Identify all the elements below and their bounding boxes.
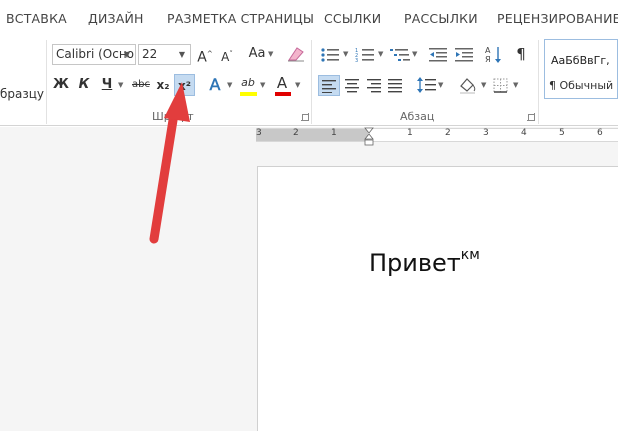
chevron-down-icon[interactable]: ▼ bbox=[481, 74, 486, 96]
ruler-margin bbox=[256, 129, 368, 141]
svg-text:Я: Я bbox=[485, 55, 491, 64]
shrink-font-button[interactable]: A˅ bbox=[218, 43, 236, 65]
text-effects-button[interactable]: A bbox=[207, 74, 223, 96]
group-divider bbox=[46, 40, 47, 124]
clear-formatting-icon[interactable] bbox=[287, 46, 305, 62]
ribbon: бразцу Calibri (Осно ▼ 22 ▼ A^ A˅ Aa ▼ Ж… bbox=[0, 34, 618, 126]
chevron-down-icon[interactable]: ▼ bbox=[378, 43, 383, 65]
ruler-number: 1 bbox=[407, 128, 413, 138]
document-text[interactable]: Приветкм bbox=[369, 247, 480, 277]
horizontal-ruler[interactable]: 3 2 1 1 2 3 4 5 6 bbox=[256, 128, 618, 142]
group-divider bbox=[538, 40, 539, 124]
chevron-down-icon[interactable]: ▼ bbox=[227, 74, 232, 96]
document-word: Привет bbox=[369, 249, 461, 277]
bold-button[interactable]: Ж bbox=[52, 74, 70, 96]
chevron-down-icon[interactable]: ▼ bbox=[412, 43, 417, 65]
font-color-swatch bbox=[275, 92, 291, 96]
align-center-icon[interactable] bbox=[345, 78, 361, 94]
highlight-color-swatch bbox=[240, 92, 257, 96]
chevron-down-icon[interactable]: ▼ bbox=[118, 74, 123, 96]
chevron-down-icon[interactable]: ▼ bbox=[438, 74, 443, 96]
increase-indent-icon[interactable] bbox=[455, 47, 475, 63]
ruler-number: 3 bbox=[483, 128, 489, 138]
indent-marker-icon[interactable] bbox=[364, 127, 374, 149]
chevron-down-icon[interactable]: ▼ bbox=[260, 74, 265, 96]
decrease-indent-icon[interactable] bbox=[429, 47, 449, 63]
change-case-button[interactable]: Aa bbox=[246, 43, 268, 65]
chevron-down-icon[interactable]: ▼ bbox=[121, 46, 133, 63]
style-normal[interactable]: АаБбВвГг, ¶ Обычный bbox=[544, 39, 618, 99]
tab-mailings[interactable]: РАССЫЛКИ bbox=[404, 11, 478, 26]
show-marks-button[interactable]: ¶ bbox=[514, 43, 528, 65]
svg-text:А: А bbox=[485, 46, 491, 55]
ruler-number: 2 bbox=[445, 128, 451, 138]
borders-icon[interactable] bbox=[493, 78, 509, 94]
ruler-number: 5 bbox=[559, 128, 565, 138]
ribbon-tabs: ВСТАВКА ДИЗАЙН РАЗМЕТКА СТРАНИЦЫ ССЫЛКИ … bbox=[0, 0, 618, 34]
highlight-button[interactable]: ab bbox=[239, 72, 257, 94]
tab-insert[interactable]: ВСТАВКА bbox=[6, 11, 67, 26]
font-name-select[interactable]: Calibri (Осно ▼ bbox=[52, 44, 136, 65]
italic-button[interactable]: К bbox=[75, 74, 93, 96]
style-name: ¶ Обычный bbox=[549, 79, 614, 92]
tab-review[interactable]: РЕЦЕНЗИРОВАНИЕ bbox=[497, 11, 618, 26]
grow-font-button[interactable]: A^ bbox=[196, 43, 214, 66]
align-left-icon bbox=[322, 80, 336, 93]
ruler-number: 2 bbox=[293, 128, 299, 138]
multilevel-list-icon[interactable] bbox=[390, 47, 412, 63]
svg-text:3: 3 bbox=[355, 58, 358, 63]
chevron-down-icon[interactable]: ▼ bbox=[176, 46, 188, 63]
underline-button[interactable]: Ч bbox=[98, 74, 116, 96]
tab-layout[interactable]: РАЗМЕТКА СТРАНИЦЫ bbox=[167, 11, 314, 26]
red-arrow-annotation bbox=[149, 82, 190, 244]
ruler-number: 4 bbox=[521, 128, 527, 138]
chevron-down-icon[interactable]: ▼ bbox=[513, 74, 518, 96]
format-painter-button[interactable]: бразцу bbox=[0, 83, 44, 105]
align-right-icon[interactable] bbox=[367, 78, 383, 94]
tab-design[interactable]: ДИЗАЙН bbox=[88, 11, 144, 26]
chevron-down-icon[interactable]: ▼ bbox=[295, 74, 300, 96]
line-spacing-icon[interactable] bbox=[417, 76, 437, 94]
shading-icon[interactable] bbox=[458, 76, 478, 94]
numbering-icon[interactable]: 1 2 3 bbox=[355, 47, 377, 63]
group-divider bbox=[311, 40, 312, 124]
chevron-down-icon[interactable]: ▼ bbox=[343, 43, 348, 65]
ruler-number: 1 bbox=[331, 128, 337, 138]
style-preview: АаБбВвГг, bbox=[551, 54, 610, 67]
font-dialog-launcher-icon[interactable] bbox=[301, 113, 309, 121]
paragraph-group-label: Абзац bbox=[400, 110, 435, 123]
font-size-select[interactable]: 22 ▼ bbox=[138, 44, 191, 65]
ruler-number: 6 bbox=[597, 128, 603, 138]
chevron-down-icon[interactable]: ▼ bbox=[268, 43, 273, 65]
font-color-button[interactable]: A bbox=[274, 72, 290, 94]
justify-icon[interactable] bbox=[388, 78, 404, 94]
ruler-number: 3 bbox=[256, 128, 262, 138]
superscript-text: км bbox=[460, 247, 480, 263]
tab-references[interactable]: ССЫЛКИ bbox=[324, 11, 381, 26]
paragraph-dialog-launcher-icon[interactable] bbox=[527, 113, 535, 121]
document-page[interactable]: Приветкм bbox=[257, 166, 618, 431]
bullets-icon[interactable] bbox=[320, 47, 342, 63]
sort-icon[interactable]: А Я bbox=[485, 45, 503, 65]
font-size-value: 22 bbox=[142, 47, 158, 61]
align-left-button[interactable] bbox=[318, 75, 340, 96]
